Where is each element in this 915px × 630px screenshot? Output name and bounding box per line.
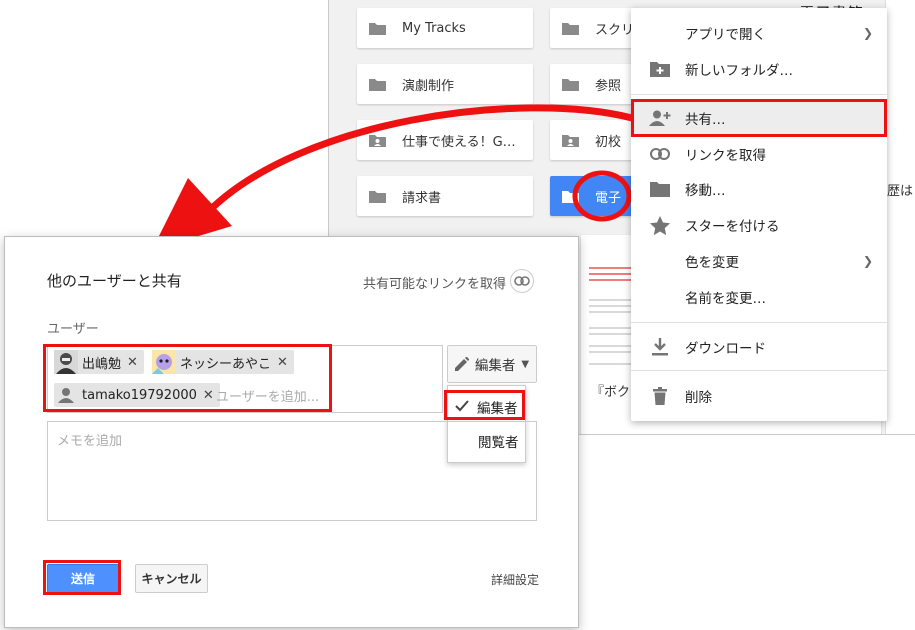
check-icon bbox=[455, 400, 469, 412]
users-label: ユーザー bbox=[47, 322, 99, 337]
pencil-icon bbox=[454, 357, 469, 371]
link-icon[interactable] bbox=[510, 269, 534, 293]
chevron-down-icon: ▼ bbox=[521, 358, 530, 370]
avatar bbox=[152, 350, 176, 374]
permission-value: 編集者 bbox=[474, 358, 516, 374]
chip-label: ネッシーあやこ bbox=[180, 356, 272, 372]
arrow-curve bbox=[205, 104, 633, 215]
memo-input[interactable]: メモを追加 bbox=[47, 421, 537, 521]
cancel-button[interactable]: キャンセル bbox=[135, 564, 208, 593]
user-chip[interactable]: 出嶋勉 ✕ bbox=[54, 350, 144, 374]
option-label: 編集者 bbox=[477, 401, 518, 417]
get-shareable-link[interactable]: 共有可能なリンクを取得 bbox=[363, 273, 506, 292]
chip-label: tamako19792000 bbox=[82, 387, 197, 403]
avatar bbox=[54, 350, 78, 374]
advanced-settings-link[interactable]: 詳細設定 bbox=[491, 571, 539, 588]
close-icon[interactable]: ✕ bbox=[203, 388, 214, 403]
permission-dropdown[interactable]: 編集者 ▼ bbox=[447, 345, 537, 383]
memo-placeholder: メモを追加 bbox=[57, 434, 123, 449]
chip-label: 出嶋勉 bbox=[82, 356, 122, 372]
screenshot-stage: My Tracks 演劇制作 仕事で使える！G… 請求書 スクリ 参照 初校 電… bbox=[0, 0, 915, 630]
close-icon[interactable]: ✕ bbox=[127, 355, 138, 370]
add-user-input[interactable]: ユーザーを追加... bbox=[216, 386, 319, 405]
user-chip[interactable]: tamako19792000 ✕ bbox=[54, 383, 220, 407]
close-icon[interactable]: ✕ bbox=[277, 355, 288, 370]
person-icon bbox=[54, 383, 78, 407]
permission-option-editor[interactable]: 編集者 bbox=[448, 392, 527, 422]
user-chip[interactable]: ネッシーあやこ ✕ bbox=[152, 350, 294, 374]
share-dialog: 他のユーザーと共有 共有可能なリンクを取得 ユーザー 出嶋勉 ✕ ネッシーあやこ… bbox=[4, 236, 579, 628]
send-button[interactable]: 送信 bbox=[47, 564, 119, 593]
dialog-title: 他のユーザーと共有 bbox=[47, 272, 182, 290]
users-input-box[interactable]: 出嶋勉 ✕ ネッシーあやこ ✕ tamako19792000 ✕ ユーザーを追加… bbox=[47, 345, 443, 413]
